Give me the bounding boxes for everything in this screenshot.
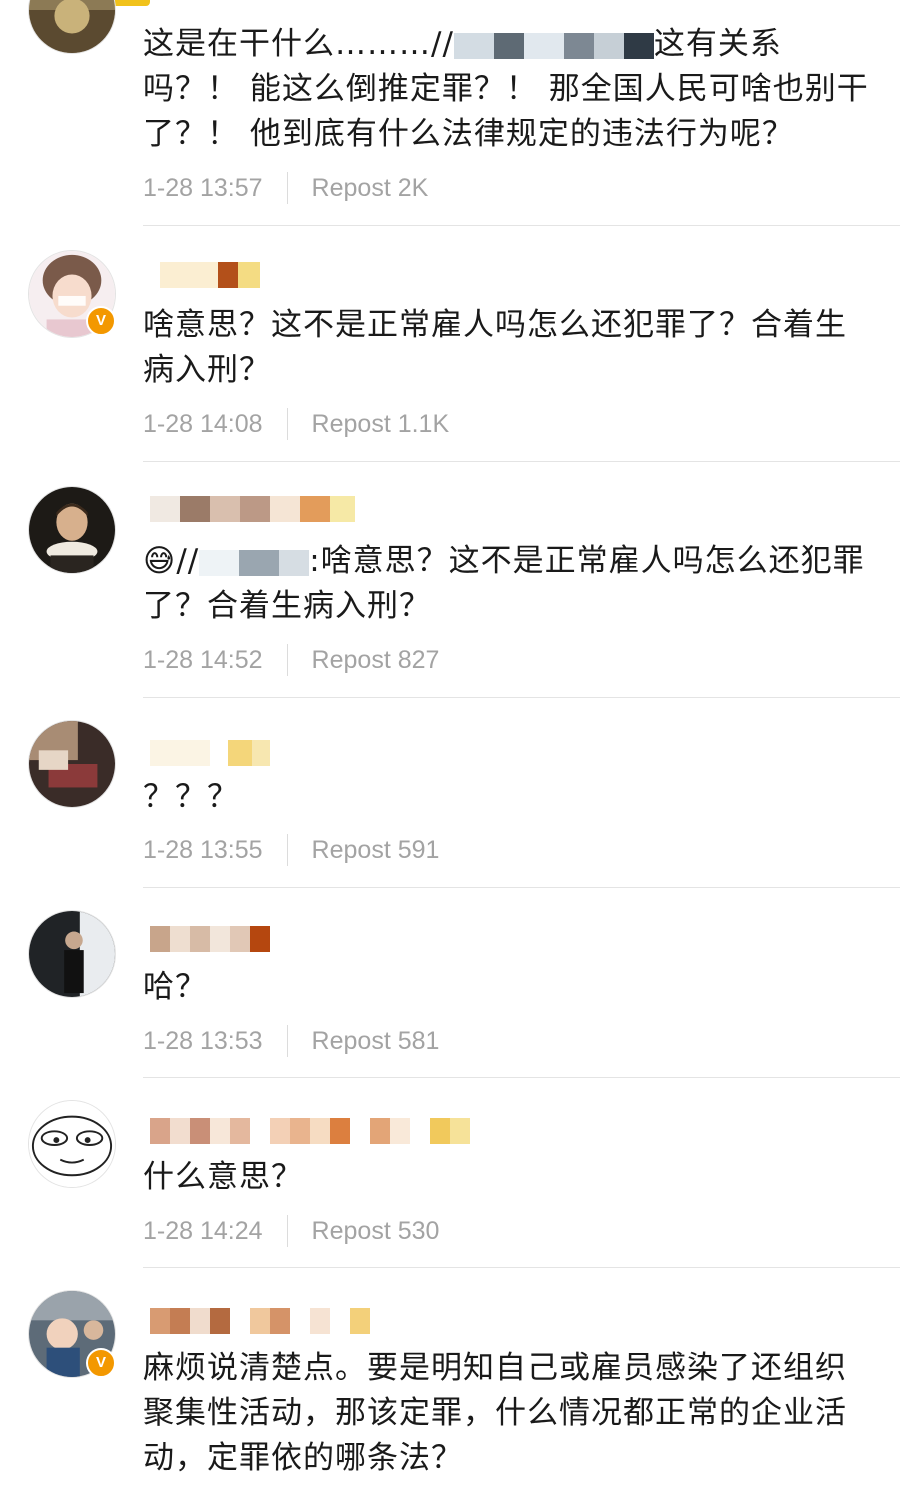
emoji-sweat-smile-icon: 😅	[143, 543, 177, 579]
repost-count[interactable]: Repost 591	[312, 836, 440, 865]
comment-divider	[143, 697, 900, 698]
redacted-username[interactable]	[150, 496, 355, 522]
avatar-photo-icon	[29, 0, 115, 53]
comment-meta: 1-28 14:24 Repost 530	[143, 1215, 439, 1247]
comment-divider	[143, 225, 900, 226]
comment-text: 哈？	[143, 969, 207, 1005]
comment-meta: 1-28 13:53 Repost 581	[143, 1025, 439, 1057]
comment-text: 这是在干什么………// 这有关系吗？！ 能这么倒推定罪？！ 那全国人民可啥也别干…	[143, 26, 869, 152]
comment-divider	[143, 1267, 900, 1268]
comment-divider	[143, 887, 900, 888]
meta-divider	[286, 1215, 288, 1247]
avatar[interactable]	[28, 486, 116, 574]
repost-count[interactable]: Repost 827	[312, 646, 440, 675]
comment-meta: 1-28 13:55 Repost 591	[143, 834, 439, 866]
comment-meta: 1-28 14:08 Repost 1.1K	[143, 408, 449, 440]
comment-time: 1-28 13:55	[143, 835, 263, 864]
redacted-username[interactable]	[150, 926, 270, 952]
redacted-username	[199, 549, 310, 576]
comment-divider	[143, 461, 900, 462]
comment-time: 1-28 13:53	[143, 1026, 263, 1055]
avatar[interactable]	[28, 0, 116, 54]
verified-badge: V	[86, 306, 116, 336]
redacted-username[interactable]	[150, 740, 270, 766]
redacted-username	[453, 32, 654, 59]
comment-time: 1-28 14:24	[143, 1216, 263, 1245]
redacted-username[interactable]	[150, 1308, 375, 1334]
avatar[interactable]	[28, 1100, 116, 1188]
comment-text: 啥意思？这不是正常雇人吗怎么还犯罪了？合着生病入刑？	[143, 307, 847, 388]
avatar-meme-face-icon	[29, 1101, 115, 1187]
comment-time: 1-28 14:08	[143, 409, 263, 438]
meta-divider	[286, 408, 288, 440]
meta-divider	[286, 1025, 288, 1057]
redacted-username[interactable]	[150, 1118, 470, 1144]
comment-text: 麻烦说清楚点。要是明知自己或雇员感染了还组织聚集性活动，那该定罪，什么情况都正常…	[143, 1350, 847, 1476]
comment-time: 1-28 14:52	[143, 645, 263, 674]
avatar-portrait-icon	[29, 487, 115, 573]
verified-badge: V	[86, 1348, 116, 1378]
avatar[interactable]	[28, 720, 116, 808]
comment-text: 什么意思？	[143, 1159, 303, 1195]
repost-count[interactable]: Repost 581	[312, 1027, 440, 1056]
avatar-photo-icon	[29, 721, 115, 807]
comment-divider	[143, 1077, 900, 1078]
repost-count[interactable]: Repost 2K	[312, 174, 429, 203]
avatar-man-icon	[29, 911, 115, 997]
meta-divider	[286, 172, 288, 204]
comment-meta: 1-28 13:57 Repost 2K	[143, 172, 428, 204]
meta-divider	[286, 834, 288, 866]
comment-text: 😅// :啥意思？这不是正常雇人吗怎么还犯罪了？合着生病入刑？	[143, 543, 865, 624]
meta-divider	[286, 644, 288, 676]
comment-text: ？？？	[143, 779, 239, 815]
repost-count[interactable]: Repost 530	[312, 1217, 440, 1246]
comment-time: 1-28 13:57	[143, 173, 263, 202]
repost-count[interactable]: Repost 1.1K	[312, 410, 450, 439]
avatar[interactable]	[28, 910, 116, 998]
redacted-username[interactable]	[150, 262, 260, 288]
comment-meta: 1-28 14:52 Repost 827	[143, 644, 439, 676]
